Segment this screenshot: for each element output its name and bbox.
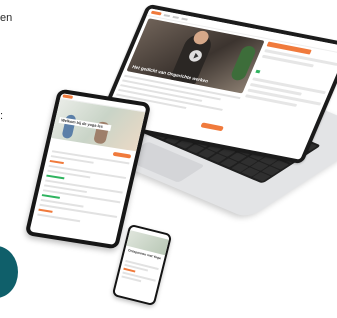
phone-device: Ontspannen met Yoga: [111, 223, 173, 307]
phone-display: Ontspannen met Yoga: [114, 226, 170, 304]
decorative-circle: [0, 246, 18, 298]
body-fragment: :: [0, 110, 4, 122]
nav-item[interactable]: [163, 13, 171, 17]
check-icon: [255, 69, 261, 74]
site-logo[interactable]: [150, 10, 162, 16]
tablet-course-content: [37, 150, 130, 230]
nav-item[interactable]: [181, 17, 189, 21]
site-logo[interactable]: [62, 94, 74, 99]
phone-content: [121, 259, 159, 288]
headline-fragment: en: [0, 12, 13, 24]
cta-button[interactable]: [200, 122, 224, 132]
tablet-display: Welkom bij de yoga-les: [29, 93, 147, 245]
enroll-button[interactable]: [112, 151, 132, 159]
marketing-canvas: en : Het gedicht van Ongerichte werken W…: [0, 0, 337, 318]
nav-item[interactable]: [172, 15, 180, 19]
